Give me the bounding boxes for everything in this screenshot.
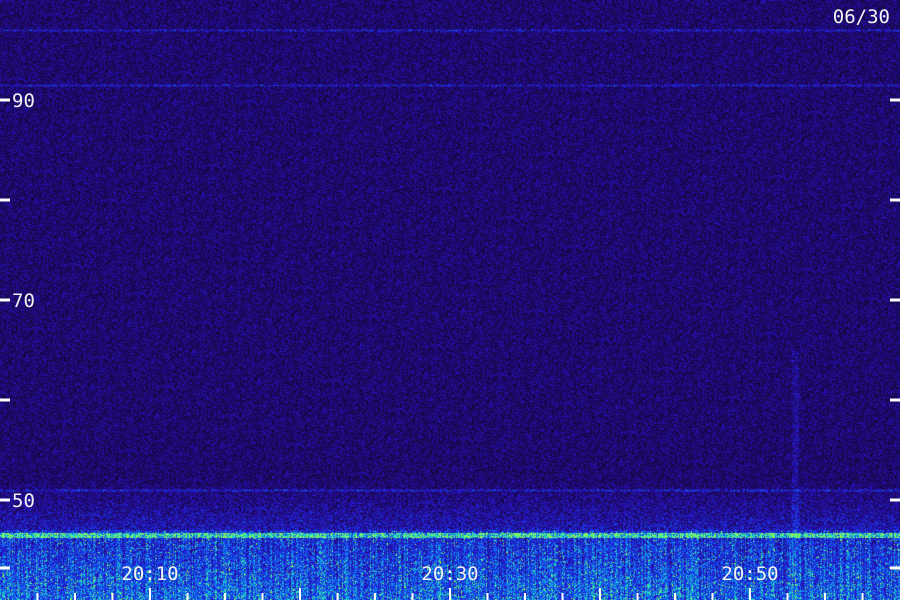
x-axis-ticks: 20:10 20:30 20:50 [36, 563, 864, 600]
date-label: 06/30 [833, 6, 890, 28]
y-tick-label: 90 [12, 90, 35, 112]
x-tick-label: 20:50 [721, 563, 778, 585]
x-tick-label: 20:30 [421, 563, 478, 585]
y-tick-label: 50 [12, 490, 35, 512]
y-tick-label: 70 [12, 290, 35, 312]
y-axis-ticks: 90 70 50 [0, 90, 900, 570]
x-tick-label: 20:10 [121, 563, 178, 585]
spectrogram-chart: 90 70 50 20:10 20:30 20:50 06/30 [0, 0, 900, 600]
axis-overlay: 90 70 50 20:10 20:30 20:50 06/30 [0, 6, 900, 600]
